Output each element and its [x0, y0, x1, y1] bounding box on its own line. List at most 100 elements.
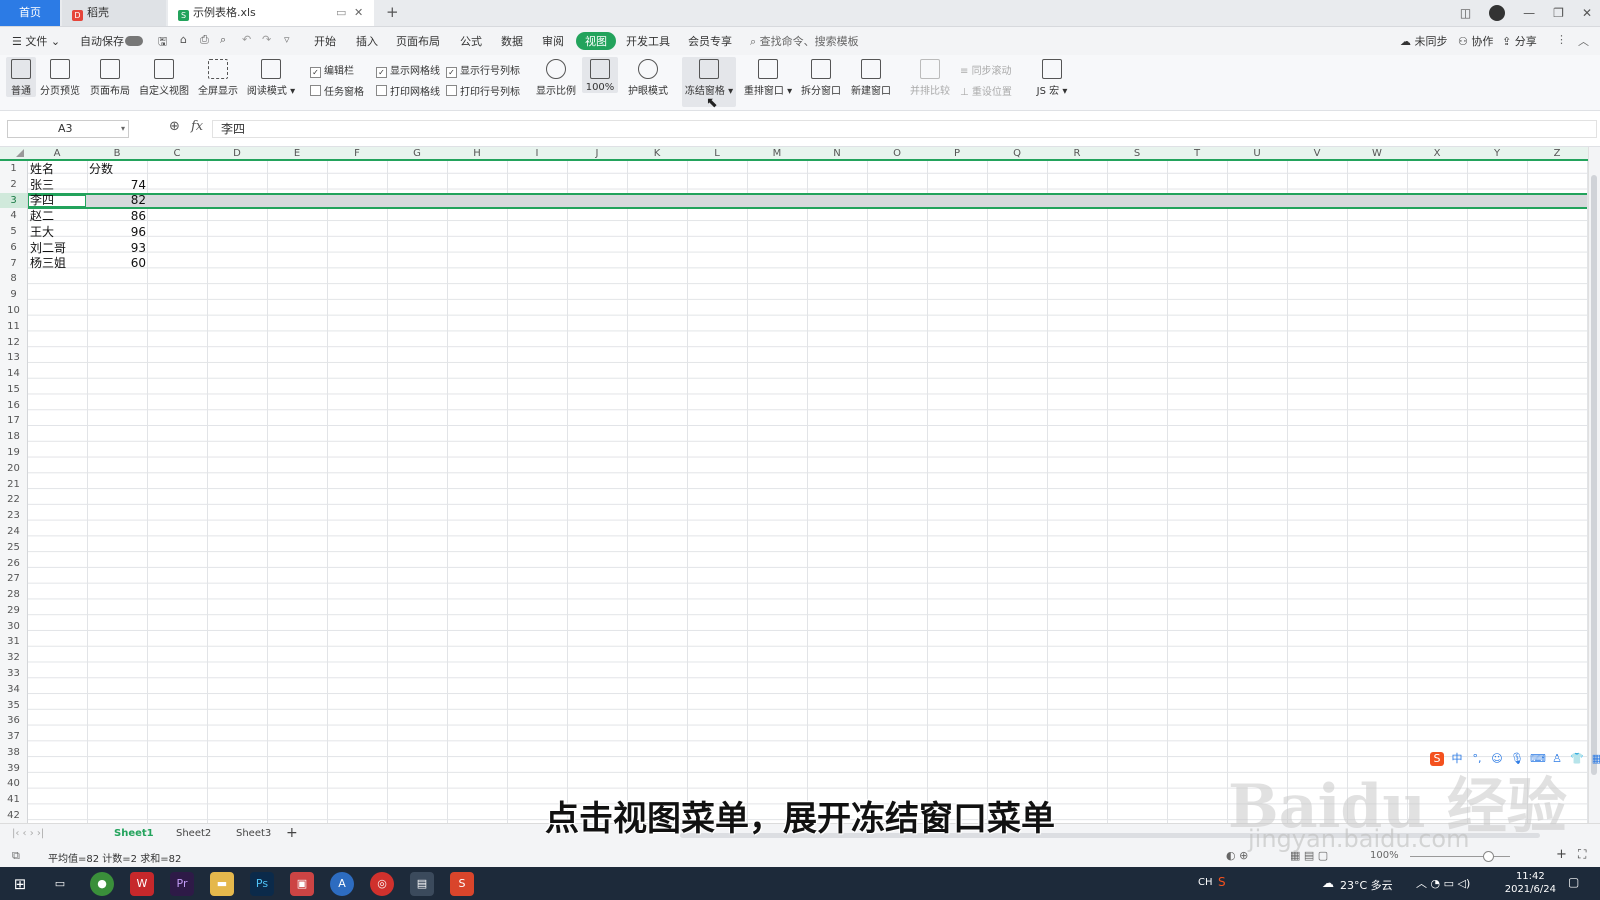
- row-header-28[interactable]: 28: [0, 587, 27, 603]
- restore-icon[interactable]: ❐: [1553, 6, 1564, 20]
- microphone-icon[interactable]: 🎙: [1510, 752, 1524, 766]
- custom-view-button[interactable]: 自定义视图: [138, 57, 190, 97]
- row-header-8[interactable]: 8: [0, 271, 27, 287]
- fx-icon[interactable]: fx: [191, 119, 203, 134]
- show-grid-checkbox[interactable]: ✓ 显示网格线: [376, 62, 440, 78]
- cell-b3[interactable]: 82: [90, 193, 146, 209]
- sheet-tab-2[interactable]: Sheet2: [176, 828, 211, 839]
- column-header-y[interactable]: Y: [1467, 147, 1527, 160]
- row-header-7[interactable]: 7: [0, 256, 27, 272]
- row-header-6[interactable]: 6: [0, 240, 27, 256]
- menu-member[interactable]: 会员专享: [688, 33, 732, 49]
- new-window-button[interactable]: 新建窗口: [848, 57, 894, 97]
- column-header-b[interactable]: B: [87, 147, 147, 160]
- cell-a4[interactable]: 赵二: [30, 209, 54, 225]
- cell-a5[interactable]: 王大: [30, 225, 54, 241]
- row-header-16[interactable]: 16: [0, 398, 27, 414]
- cell-b5[interactable]: 96: [90, 225, 146, 241]
- notification-icon[interactable]: ▢: [1568, 875, 1579, 889]
- file-menu[interactable]: ☰ 文件 ⌄: [12, 33, 60, 49]
- page-break-button[interactable]: 分页预览: [38, 57, 82, 97]
- cell-a3[interactable]: 李四: [30, 193, 54, 209]
- cell-b6[interactable]: 93: [90, 241, 146, 257]
- tab-document[interactable]: S 示例表格.xls ▭ ✕: [168, 0, 374, 26]
- column-header-f[interactable]: F: [327, 147, 387, 160]
- system-clock[interactable]: 11:42 2021/6/24: [1505, 870, 1556, 896]
- weather-text[interactable]: 23°C 多云: [1340, 877, 1393, 893]
- select-all-corner[interactable]: [16, 149, 24, 157]
- avatar[interactable]: [1489, 5, 1506, 21]
- row-header-30[interactable]: 30: [0, 619, 27, 635]
- layout-icon[interactable]: ◫: [1460, 6, 1471, 20]
- menu-review[interactable]: 审阅: [542, 33, 564, 49]
- zoom-button[interactable]: 显示比例: [534, 57, 578, 97]
- row-header-41[interactable]: 41: [0, 792, 27, 808]
- monitor-icon[interactable]: ▭: [336, 0, 346, 26]
- row-header-42[interactable]: 42: [0, 808, 27, 824]
- skin-icon[interactable]: 👕: [1570, 752, 1584, 766]
- cell-a6[interactable]: 刘二哥: [30, 241, 66, 257]
- row-header-10[interactable]: 10: [0, 303, 27, 319]
- column-header-h[interactable]: H: [447, 147, 507, 160]
- row-header-11[interactable]: 11: [0, 319, 27, 335]
- row-header-37[interactable]: 37: [0, 729, 27, 745]
- column-header-m[interactable]: M: [747, 147, 807, 160]
- premiere-icon[interactable]: Pr: [170, 872, 194, 896]
- tray-icons[interactable]: ︿ ◔ ▭ ◁): [1416, 875, 1470, 891]
- chrome-icon[interactable]: ●: [90, 872, 114, 896]
- wps-icon[interactable]: W: [130, 872, 154, 896]
- menu-dev-tools[interactable]: 开发工具: [626, 33, 670, 49]
- row-header-23[interactable]: 23: [0, 508, 27, 524]
- row-header-31[interactable]: 31: [0, 634, 27, 650]
- windows-start-icon[interactable]: ⊞: [8, 872, 32, 896]
- add-sheet-button[interactable]: +: [286, 825, 298, 841]
- undo-icon[interactable]: ↶: [242, 33, 251, 46]
- row-header-12[interactable]: 12: [0, 335, 27, 351]
- user-icon[interactable]: ♙: [1550, 752, 1564, 766]
- cell-a7[interactable]: 杨三姐: [30, 256, 66, 272]
- collab-button[interactable]: ⚇ 协作: [1458, 33, 1493, 49]
- name-box[interactable]: A3 ▾: [7, 120, 129, 138]
- new-tab-button[interactable]: +: [386, 3, 399, 21]
- column-header-d[interactable]: D: [207, 147, 267, 160]
- menu-grid-icon[interactable]: ▦: [1590, 752, 1600, 766]
- split-window-button[interactable]: 拆分窗口: [798, 57, 844, 97]
- cell-b4[interactable]: 86: [90, 209, 146, 225]
- column-header-c[interactable]: C: [147, 147, 207, 160]
- cell-a1[interactable]: 姓名: [30, 162, 54, 178]
- macro-record-icon[interactable]: ⧉: [12, 849, 20, 863]
- cell-b7[interactable]: 60: [90, 256, 146, 272]
- format-painter-icon[interactable]: ⌂: [180, 33, 187, 46]
- column-header-r[interactable]: R: [1047, 147, 1107, 160]
- row-header-40[interactable]: 40: [0, 776, 27, 792]
- task-view-icon[interactable]: ▭: [48, 872, 72, 896]
- row-header-18[interactable]: 18: [0, 429, 27, 445]
- column-header-l[interactable]: L: [687, 147, 747, 160]
- input-language[interactable]: CH: [1198, 877, 1213, 888]
- js-macro-button[interactable]: JS 宏 ▾: [1032, 57, 1072, 97]
- row-header-22[interactable]: 22: [0, 492, 27, 508]
- print-grid-checkbox[interactable]: 打印网格线: [376, 83, 440, 98]
- spreadsheet-app-icon[interactable]: S: [450, 872, 474, 896]
- row-header-9[interactable]: 9: [0, 287, 27, 303]
- more-menu-icon[interactable]: ⋮: [1556, 33, 1567, 46]
- app-icon[interactable]: ▤: [410, 872, 434, 896]
- menu-page-layout[interactable]: 页面布局: [396, 33, 440, 49]
- menu-formula[interactable]: 公式: [460, 33, 482, 49]
- row-header-21[interactable]: 21: [0, 477, 27, 493]
- column-header-i[interactable]: I: [507, 147, 567, 160]
- side-by-side-button[interactable]: 并排比较: [908, 57, 952, 97]
- fullscreen-button[interactable]: 全屏显示: [196, 57, 240, 97]
- punctuation-icon[interactable]: °,: [1470, 752, 1484, 766]
- column-header-x[interactable]: X: [1407, 147, 1467, 160]
- row-header-1[interactable]: 1: [0, 161, 27, 177]
- status-tools-icons[interactable]: ◐ ⊕: [1226, 849, 1248, 862]
- row-header-34[interactable]: 34: [0, 682, 27, 698]
- keyboard-icon[interactable]: ⌨: [1530, 752, 1546, 766]
- music-app-icon[interactable]: ◎: [370, 872, 394, 896]
- row-header-19[interactable]: 19: [0, 445, 27, 461]
- minimize-icon[interactable]: —: [1523, 6, 1535, 20]
- print-headers-checkbox[interactable]: 打印行号列标: [446, 83, 520, 98]
- column-header-n[interactable]: N: [807, 147, 867, 160]
- row-header-39[interactable]: 39: [0, 761, 27, 777]
